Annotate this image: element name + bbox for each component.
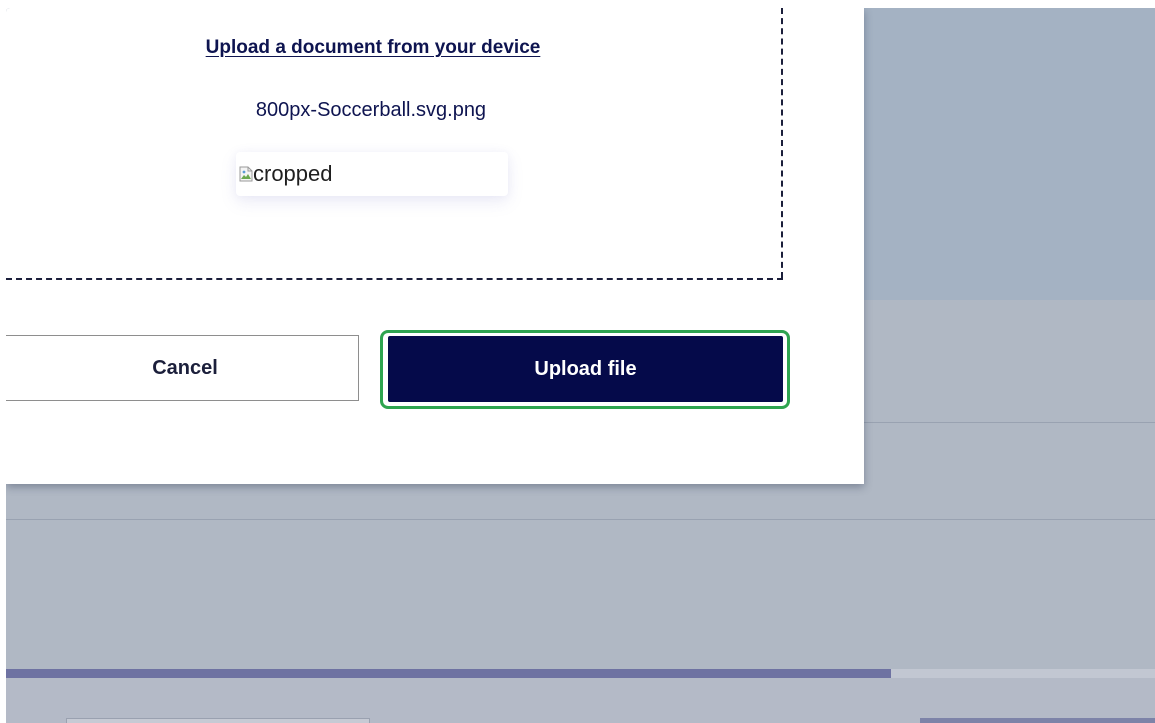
app-viewport: Upload a document from your device 800px… <box>6 8 1155 723</box>
progress-bar <box>6 669 1155 678</box>
selected-file-name: 800px-Soccerball.svg.png <box>255 99 487 121</box>
preview-alt-text: cropped <box>253 161 333 186</box>
background-button <box>920 718 1155 723</box>
upload-from-device-link[interactable]: Upload a document from your device <box>180 37 566 59</box>
dropzone-border-right <box>781 8 783 278</box>
background-input-field <box>66 718 370 723</box>
upload-file-button[interactable]: Upload file <box>388 336 783 402</box>
progress-bar-fill <box>6 669 891 678</box>
cancel-button[interactable]: Cancel <box>6 335 359 401</box>
divider-line <box>6 519 1155 520</box>
file-preview: cropped <box>236 152 508 196</box>
background-footer <box>6 678 1155 723</box>
upload-dialog: Upload a document from your device 800px… <box>6 8 864 484</box>
preview-image: cropped <box>239 162 333 186</box>
broken-image-icon <box>239 166 253 182</box>
dropzone-border-bottom <box>6 278 783 280</box>
